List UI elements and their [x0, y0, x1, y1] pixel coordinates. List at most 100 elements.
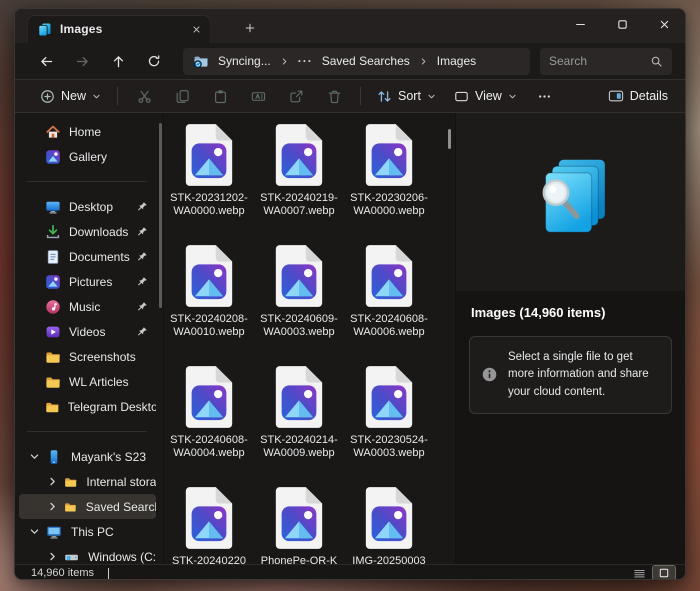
breadcrumb[interactable]: Syncing... ··· Saved Searches Images: [183, 48, 530, 75]
chevron-right-icon[interactable]: [47, 501, 58, 512]
breadcrumb-root[interactable]: Syncing...: [218, 54, 271, 68]
up-button[interactable]: [103, 47, 133, 75]
music-icon: [45, 299, 61, 315]
search-input[interactable]: [549, 54, 650, 68]
sidebar-item-music[interactable]: Music: [19, 294, 156, 319]
sidebar-item-screenshots[interactable]: Screenshots: [19, 344, 156, 369]
chevron-right-icon[interactable]: [47, 476, 58, 487]
sidebar-item-label: Home: [69, 125, 101, 139]
sidebar-item-label: Internal storage: [86, 475, 156, 489]
file-item[interactable]: STK-20231202-WA0000.webp: [164, 123, 254, 244]
details-view-toggle[interactable]: [628, 566, 650, 581]
drive-icon: [64, 549, 79, 565]
file-name: STK-20240208-WA0010.webp: [166, 313, 252, 338]
file-item[interactable]: PhonePe-QR-K: [254, 486, 344, 564]
pin-icon: [137, 301, 148, 312]
copy-button[interactable]: [163, 82, 201, 110]
sidebar-item-wl-articles[interactable]: WL Articles: [19, 369, 156, 394]
sidebar: Home Gallery Desktop Downloads Documents: [15, 113, 163, 564]
sidebar-item-videos[interactable]: Videos: [19, 319, 156, 344]
search-box[interactable]: [540, 48, 672, 75]
file-item[interactable]: STK-20240608-WA0004.webp: [164, 365, 254, 486]
saved-search-icon: [524, 151, 618, 253]
close-button[interactable]: [643, 9, 685, 40]
file-item[interactable]: STK-20240608-WA0006.webp: [344, 244, 434, 365]
file-item[interactable]: STK-20240220: [164, 486, 254, 564]
more-options-button[interactable]: [526, 82, 564, 110]
view-button[interactable]: View: [445, 82, 526, 110]
sidebar-item-this-pc[interactable]: This PC: [19, 519, 156, 544]
sidebar-item-downloads[interactable]: Downloads: [19, 219, 156, 244]
image-file-icon: [181, 365, 237, 429]
sidebar-item-home[interactable]: Home: [19, 119, 156, 144]
chevron-right-icon[interactable]: [47, 551, 58, 562]
breadcrumb-ellipsis[interactable]: ···: [298, 54, 313, 68]
paste-button[interactable]: [201, 82, 239, 110]
icons-view-toggle[interactable]: [653, 566, 675, 581]
sidebar-item-internal-storage[interactable]: Internal storage: [19, 469, 156, 494]
sidebar-item-gallery[interactable]: Gallery: [19, 144, 156, 169]
trash-icon: [327, 89, 342, 104]
file-explorer-window: Images Syncing... ··· Saved Searches Ima…: [14, 8, 686, 580]
chevron-down-icon[interactable]: [29, 451, 40, 462]
file-name: STK-20231202-WA0000.webp: [166, 192, 252, 217]
file-item[interactable]: STK-20230524-WA0003.webp: [344, 365, 434, 486]
file-item[interactable]: IMG-20250003: [344, 486, 434, 564]
image-file-icon: [271, 123, 327, 187]
file-name: STK-20240608-WA0004.webp: [166, 434, 252, 459]
tab-close-icon[interactable]: [187, 20, 205, 38]
sidebar-item-label: WL Articles: [69, 375, 129, 389]
new-tab-button[interactable]: [237, 16, 263, 40]
image-file-icon: [271, 365, 327, 429]
file-item[interactable]: STK-20240208-WA0010.webp: [164, 244, 254, 365]
sidebar-item-mayanks-s23[interactable]: Mayank's S23: [19, 444, 156, 469]
breadcrumb-parent[interactable]: Saved Searches: [322, 54, 410, 68]
rename-button[interactable]: [239, 82, 277, 110]
file-list: STK-20231202-WA0000.webp STK-20240219-WA…: [163, 113, 455, 564]
file-list-scrollbar[interactable]: [448, 129, 451, 149]
sort-button[interactable]: Sort: [368, 82, 445, 110]
file-item[interactable]: STK-20230206-WA0000.webp: [344, 123, 434, 244]
maximize-button[interactable]: [601, 9, 643, 40]
syncing-folder-icon: [193, 53, 209, 69]
file-item[interactable]: STK-20240609-WA0003.webp: [254, 244, 344, 365]
cut-button[interactable]: [125, 82, 163, 110]
minimize-button[interactable]: [559, 9, 601, 40]
forward-button[interactable]: [67, 47, 97, 75]
sidebar-item-label: Telegram Desktop: [68, 400, 156, 414]
tab-folder-icon: [37, 22, 52, 37]
sidebar-item-label: Pictures: [69, 275, 112, 289]
sidebar-scrollbar[interactable]: [159, 123, 162, 308]
new-plus-circle-icon: [40, 89, 55, 104]
refresh-button[interactable]: [139, 47, 169, 75]
sidebar-item-saved-searches[interactable]: Saved Searches: [19, 494, 156, 519]
maximize-icon: [617, 19, 628, 30]
sidebar-item-telegram-desktop[interactable]: Telegram Desktop: [19, 394, 156, 419]
sidebar-item-documents[interactable]: Documents: [19, 244, 156, 269]
sidebar-item-desktop[interactable]: Desktop: [19, 194, 156, 219]
chevron-down-icon[interactable]: [29, 526, 40, 537]
share-button[interactable]: [277, 82, 315, 110]
file-item[interactable]: STK-20240214-WA0009.webp: [254, 365, 344, 486]
sidebar-item-label: Saved Searches: [86, 500, 156, 514]
back-button[interactable]: [31, 47, 61, 75]
breadcrumb-current[interactable]: Images: [437, 54, 476, 68]
file-item[interactable]: STK-20240219-WA0007.webp: [254, 123, 344, 244]
sidebar-item-pictures[interactable]: Pictures: [19, 269, 156, 294]
sidebar-item-label: This PC: [71, 525, 114, 539]
explorer-tab[interactable]: Images: [27, 15, 211, 43]
back-arrow-icon: [39, 54, 54, 69]
folder-icon: [64, 499, 77, 515]
folder-icon: [45, 349, 61, 365]
delete-button[interactable]: [315, 82, 353, 110]
details-lower: Images (14,960 items) Select a single fi…: [456, 291, 685, 564]
view-label: View: [475, 89, 502, 103]
details-button[interactable]: Details: [599, 82, 677, 110]
sidebar-item-label: Videos: [69, 325, 105, 339]
folder-icon: [45, 374, 61, 390]
file-name: STK-20230206-WA0000.webp: [346, 192, 432, 217]
sidebar-divider: [27, 181, 147, 182]
new-button[interactable]: New: [31, 82, 110, 110]
sidebar-item-windows-c[interactable]: Windows (C:): [19, 544, 156, 564]
preview-area: [456, 113, 685, 291]
